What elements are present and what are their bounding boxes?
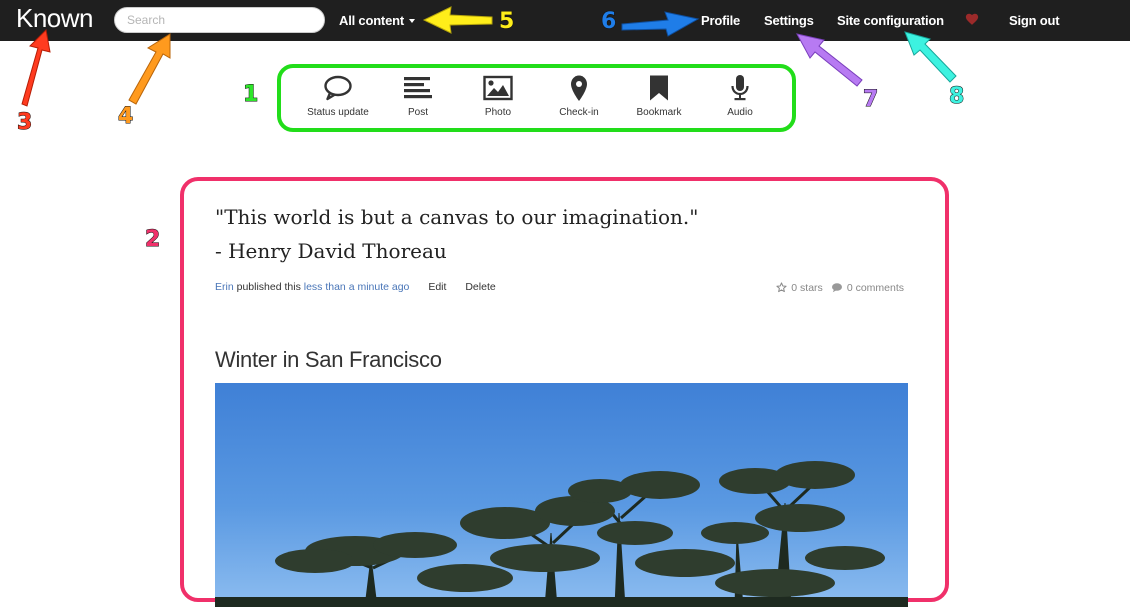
audio-button[interactable]: Audio [695, 74, 785, 118]
published-text: published this [236, 281, 301, 293]
map-pin-icon [571, 75, 587, 101]
annotation-4: 4 [117, 104, 134, 130]
settings-link[interactable]: Settings [764, 13, 814, 28]
timestamp-link[interactable]: less than a minute ago [304, 281, 410, 293]
status-quote: "This world is but a canvas to our imagi… [215, 200, 895, 268]
delete-link[interactable]: Delete [465, 281, 495, 293]
annotation-8: 8 [948, 84, 965, 110]
bookmark-icon [650, 75, 668, 101]
text-lines-icon [404, 77, 432, 99]
microphone-icon [731, 75, 749, 101]
check-in-button[interactable]: Check-in [534, 74, 624, 118]
comments-count[interactable]: 0 comments [847, 282, 904, 294]
sign-out-link[interactable]: Sign out [1009, 13, 1060, 28]
author-link[interactable]: Erin [215, 281, 234, 293]
post-button[interactable]: Post [373, 74, 463, 118]
annotation-2: 2 [144, 227, 161, 253]
annotation-1: 1 [242, 82, 259, 108]
status-update-label: Status update [307, 107, 369, 118]
image-icon [483, 75, 513, 101]
status-meta: Erin published this less than a minute a… [215, 281, 496, 293]
annotation-7: 7 [862, 87, 879, 113]
caret-down-icon [408, 19, 415, 23]
photo-post-title[interactable]: Winter in San Francisco [215, 347, 442, 373]
quote-line-1: "This world is but a canvas to our imagi… [215, 205, 699, 229]
stars-count[interactable]: 0 stars [791, 282, 823, 294]
bookmark-label: Bookmark [636, 107, 682, 118]
star-icon[interactable] [776, 282, 787, 293]
annotation-3: 3 [16, 110, 33, 136]
annotation-6: 6 [600, 9, 617, 35]
edit-link[interactable]: Edit [428, 281, 446, 293]
site-configuration-link[interactable]: Site configuration [837, 13, 944, 28]
quote-line-2: - Henry David Thoreau [215, 239, 447, 263]
comments-icon[interactable] [831, 282, 843, 293]
speech-bubble-icon [324, 75, 352, 101]
bookmark-button[interactable]: Bookmark [614, 74, 704, 118]
heart-icon[interactable] [965, 12, 979, 26]
search-input[interactable] [114, 7, 325, 33]
audio-label: Audio [727, 107, 753, 118]
photo-post-image[interactable] [215, 383, 908, 607]
brand-logo[interactable]: Known [16, 3, 94, 34]
annotation-5: 5 [498, 9, 515, 35]
photo-button[interactable]: Photo [453, 74, 543, 118]
content-filter-label: All content [339, 13, 404, 28]
post-label: Post [407, 107, 428, 118]
tree-photo [215, 383, 908, 607]
photo-label: Photo [484, 107, 512, 118]
content-filter-dropdown[interactable]: All content [339, 13, 415, 28]
status-update-button[interactable]: Status update [293, 74, 383, 118]
status-reactions: 0 stars 0 comments [776, 282, 904, 294]
check-in-label: Check-in [559, 107, 599, 118]
profile-link[interactable]: Profile [701, 13, 740, 28]
top-navbar: Known All content Profile Settings Site … [0, 0, 1130, 41]
